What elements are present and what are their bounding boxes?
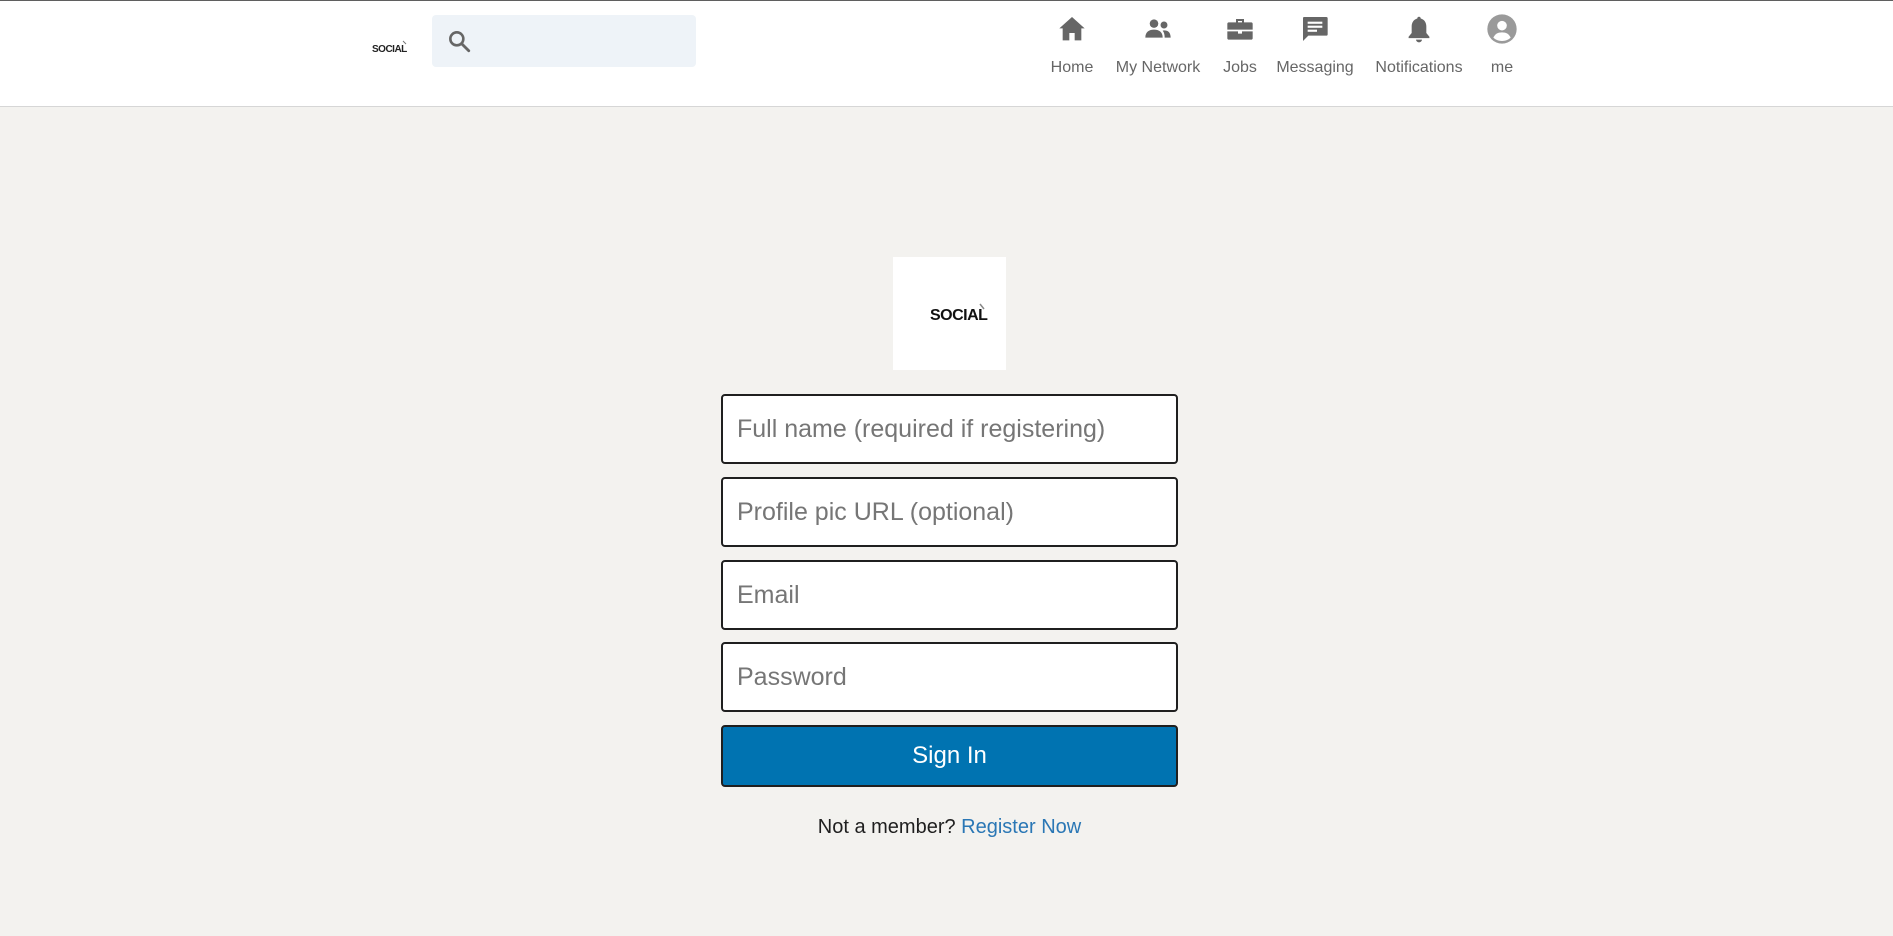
register-prompt-text: Not a member? xyxy=(817,816,956,838)
sign-in-button[interactable]: Sign In xyxy=(721,725,1178,787)
nav-item-jobs[interactable]: Jobs xyxy=(1222,13,1258,93)
avatar-icon xyxy=(1487,14,1517,44)
nav-item-me[interactable]: me xyxy=(1484,13,1520,93)
svg-text:SOCIAL: SOCIAL xyxy=(930,307,988,324)
register-prompt: Not a member? Register Now xyxy=(721,814,1178,840)
nav-item-home[interactable]: Home xyxy=(1050,13,1094,93)
nav-label-me: me xyxy=(1490,59,1514,76)
email-field[interactable] xyxy=(721,560,1178,630)
home-icon xyxy=(1059,17,1085,41)
message-icon xyxy=(1303,17,1328,41)
nav-label-my-network: My Network xyxy=(1115,59,1201,76)
nav-label-messaging: Messaging xyxy=(1276,59,1354,76)
nav-label-home: Home xyxy=(1050,59,1094,76)
main-logo: SOCIAL xyxy=(893,257,1006,370)
nav-menu: Home My Network Jobs Messaging Notificat… xyxy=(0,1,1893,107)
logo-image: SOCIAL xyxy=(930,303,988,324)
nav-item-messaging[interactable]: Messaging xyxy=(1276,13,1354,93)
bell-icon xyxy=(1408,16,1430,43)
nav-label-notifications: Notifications xyxy=(1375,59,1463,76)
register-now-link[interactable]: Register Now xyxy=(961,816,1081,838)
people-icon xyxy=(1145,19,1171,38)
briefcase-icon xyxy=(1227,19,1253,40)
password-field[interactable] xyxy=(721,642,1178,712)
profile-pic-url-field[interactable] xyxy=(721,477,1178,547)
top-navbar: SOCIAL Home My Network Jobs Messaging No… xyxy=(0,0,1893,107)
nav-label-jobs: Jobs xyxy=(1223,59,1257,76)
nav-item-my-network[interactable]: My Network xyxy=(1115,13,1201,93)
nav-item-notifications[interactable]: Notifications xyxy=(1374,13,1464,93)
full-name-field[interactable] xyxy=(721,394,1178,464)
